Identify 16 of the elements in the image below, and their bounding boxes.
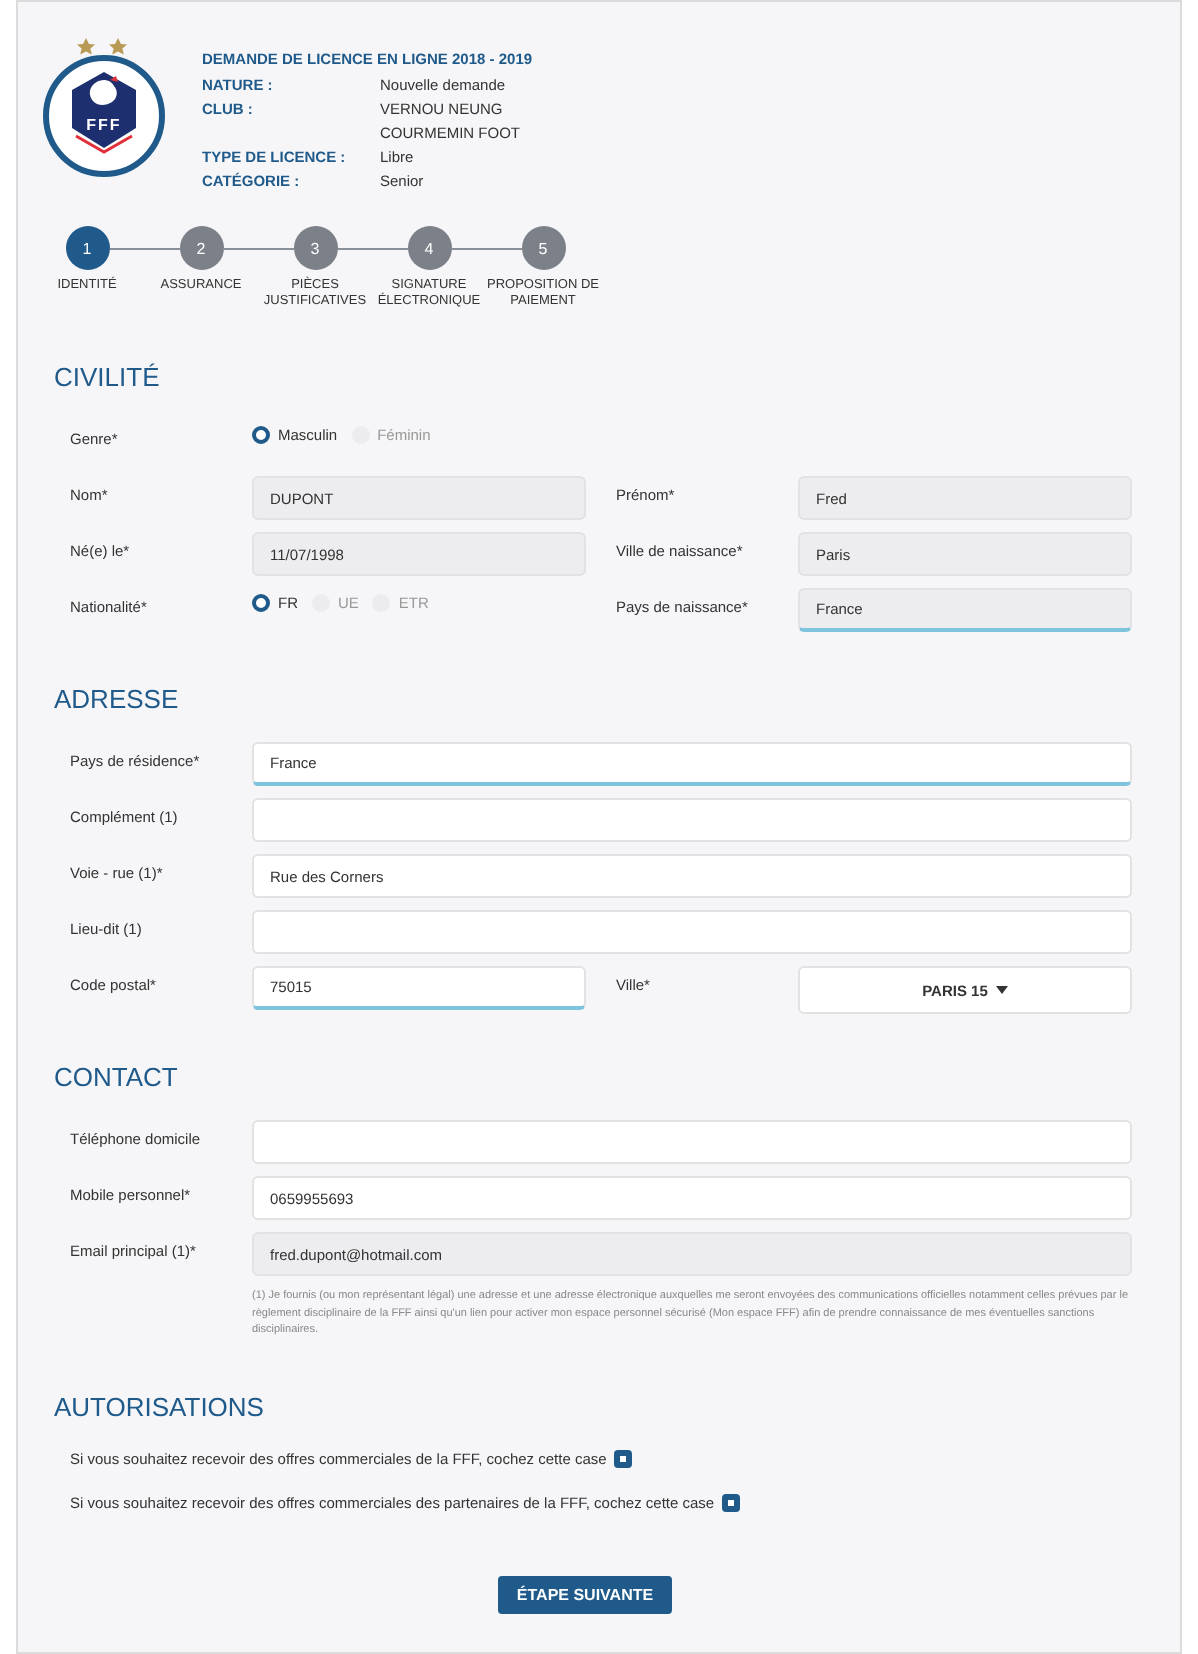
- section-heading: AUTORISATIONS: [54, 1391, 266, 1421]
- step-circle[interactable]: 3: [293, 226, 337, 270]
- input-field[interactable]: [252, 1120, 1132, 1164]
- next-step-button[interactable]: ÉTAPE SUIVANTE: [498, 1575, 672, 1613]
- checkbox[interactable]: [614, 1449, 633, 1467]
- input-field[interactable]: [252, 798, 1132, 842]
- input-field[interactable]: [252, 910, 1132, 954]
- checkbox[interactable]: [722, 1493, 741, 1511]
- step-circle[interactable]: 5: [521, 226, 565, 270]
- section-heading: CONTACT: [54, 1062, 180, 1092]
- caret-icon: [995, 986, 1008, 994]
- step-circle[interactable]: 4: [407, 226, 451, 270]
- step-circle[interactable]: 1: [65, 226, 109, 270]
- section-heading: CIVILITÉ: [54, 362, 162, 392]
- step-circle[interactable]: 2: [179, 226, 223, 270]
- section-heading: ADRESSE: [54, 684, 181, 714]
